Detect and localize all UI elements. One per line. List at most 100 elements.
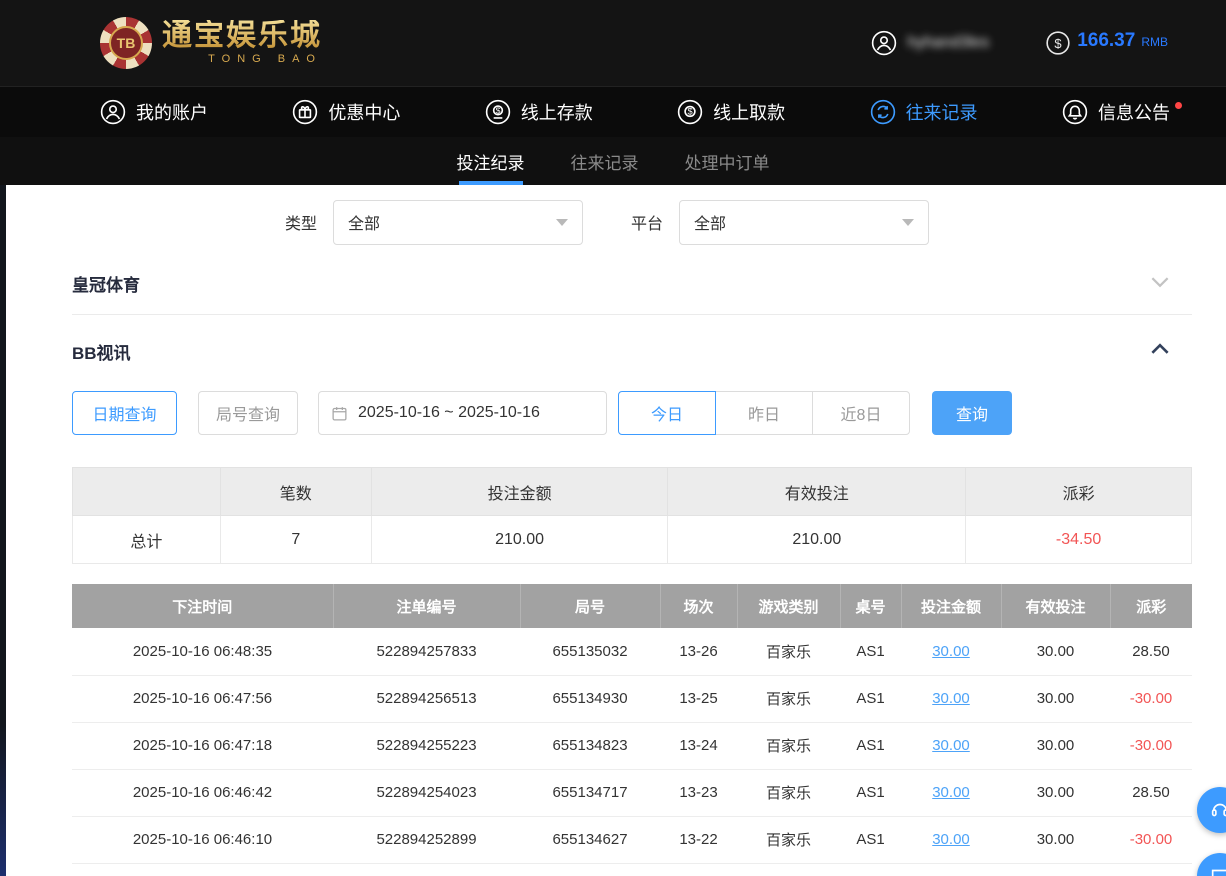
nav-item-records[interactable]: 往来记录 bbox=[870, 99, 978, 125]
platform-label: 平台 bbox=[631, 210, 663, 234]
yesterday-button[interactable]: 昨日 bbox=[715, 391, 813, 435]
type-label: 类型 bbox=[285, 210, 317, 234]
logo-chip-text: TB bbox=[109, 26, 143, 60]
table-row: 2025-10-16 06:47:18 522894255223 6551348… bbox=[72, 722, 1192, 769]
tab-processing-orders[interactable]: 处理中订单 bbox=[685, 137, 770, 185]
summary-payout: -34.50 bbox=[966, 516, 1192, 564]
cell-table: AS1 bbox=[840, 816, 901, 863]
summary-header-valid: 有效投注 bbox=[668, 468, 966, 516]
bet-amount-link[interactable]: 30.00 bbox=[932, 784, 970, 801]
chevron-down-icon[interactable] bbox=[1144, 269, 1176, 299]
user-icon bbox=[871, 30, 897, 56]
col-header-table: 桌号 bbox=[840, 584, 901, 628]
main-content: 类型 全部 平台 全部 皇冠体育 BB视讯 日期查询 bbox=[0, 199, 1226, 864]
bet-records-table: 下注时间 注单编号 局号 场次 游戏类别 桌号 投注金额 有效投注 派彩 202… bbox=[72, 584, 1192, 864]
round-query-button[interactable]: 局号查询 bbox=[198, 391, 298, 435]
type-select-value: 全部 bbox=[348, 210, 380, 234]
svg-text:$: $ bbox=[495, 106, 500, 116]
summary-table: 笔数 投注金额 有效投注 派彩 总计 7 210.00 210.00 -34.5… bbox=[72, 467, 1192, 564]
nav-item-my-account[interactable]: 我的账户 bbox=[100, 99, 208, 125]
cell-payout: -30.00 bbox=[1110, 722, 1192, 769]
user-icon bbox=[100, 99, 126, 125]
main-nav: 我的账户 优惠中心 $ 线上存款 $ 线上取款 bbox=[0, 86, 1226, 137]
coin-icon: $ bbox=[1045, 30, 1071, 56]
cell-payout: -30.00 bbox=[1110, 675, 1192, 722]
cell-time: 2025-10-16 06:46:42 bbox=[72, 769, 333, 816]
summary-bet-amount: 210.00 bbox=[371, 516, 668, 564]
balance[interactable]: $ 166.37 RMB bbox=[1045, 30, 1168, 56]
chevron-down-icon bbox=[902, 219, 914, 226]
last-8-days-button[interactable]: 近8日 bbox=[812, 391, 910, 435]
date-range-input[interactable]: 2025-10-16 ~ 2025-10-16 bbox=[318, 391, 607, 435]
chevron-up-icon[interactable] bbox=[1144, 336, 1176, 366]
nav-item-deposit[interactable]: $ 线上存款 bbox=[485, 99, 593, 125]
nav-item-promotions[interactable]: 优惠中心 bbox=[292, 99, 400, 125]
cell-valid: 30.00 bbox=[1001, 675, 1110, 722]
bet-amount-link[interactable]: 30.00 bbox=[932, 690, 970, 707]
summary-count: 7 bbox=[220, 516, 371, 564]
tab-transaction-records[interactable]: 往来记录 bbox=[571, 137, 639, 185]
cell-round: 655134823 bbox=[520, 722, 660, 769]
cell-time: 2025-10-16 06:47:56 bbox=[72, 675, 333, 722]
cell-time: 2025-10-16 06:48:35 bbox=[72, 628, 333, 675]
table-row: 2025-10-16 06:46:10 522894252899 6551346… bbox=[72, 816, 1192, 863]
section-crown-sports[interactable]: 皇冠体育 bbox=[72, 245, 1192, 315]
platform-select-value: 全部 bbox=[694, 210, 726, 234]
section-bb-video[interactable]: BB视讯 bbox=[72, 319, 1192, 383]
chat-icon bbox=[1209, 865, 1226, 876]
summary-total-label: 总计 bbox=[73, 516, 221, 564]
cell-game: 百家乐 bbox=[737, 769, 840, 816]
bet-amount-link[interactable]: 30.00 bbox=[932, 643, 970, 660]
bell-icon bbox=[1062, 99, 1088, 125]
today-button[interactable]: 今日 bbox=[618, 391, 716, 435]
cell-table: AS1 bbox=[840, 675, 901, 722]
nav-item-withdraw[interactable]: $ 线上取款 bbox=[677, 99, 785, 125]
logo-subtitle: TONG BAO bbox=[162, 54, 322, 66]
bet-amount-link[interactable]: 30.00 bbox=[932, 831, 970, 848]
nav-label: 线上取款 bbox=[713, 99, 785, 125]
cell-order: 522894252899 bbox=[333, 816, 520, 863]
cell-payout: 28.50 bbox=[1110, 769, 1192, 816]
cell-time: 2025-10-16 06:47:18 bbox=[72, 722, 333, 769]
notification-dot bbox=[1175, 102, 1182, 109]
col-header-payout: 派彩 bbox=[1110, 584, 1192, 628]
cell-time: 2025-10-16 06:46:10 bbox=[72, 816, 333, 863]
records-icon bbox=[870, 99, 896, 125]
nav-item-announcements[interactable]: 信息公告 bbox=[1062, 99, 1170, 125]
svg-text:$: $ bbox=[1055, 36, 1063, 51]
balance-amount: 166.37 bbox=[1077, 30, 1135, 52]
cell-session: 13-23 bbox=[660, 769, 737, 816]
platform-select[interactable]: 全部 bbox=[679, 200, 929, 245]
summary-valid-bet: 210.00 bbox=[668, 516, 966, 564]
logo-text: 通宝娱乐城 TONG BAO bbox=[162, 20, 322, 65]
cell-payout: 28.50 bbox=[1110, 628, 1192, 675]
header-right: hyhand3les $ 166.37 RMB bbox=[871, 30, 1168, 56]
bet-amount-link[interactable]: 30.00 bbox=[932, 737, 970, 754]
summary-total-row: 总计 7 210.00 210.00 -34.50 bbox=[73, 516, 1192, 564]
nav-label: 我的账户 bbox=[136, 99, 208, 125]
cell-valid: 30.00 bbox=[1001, 816, 1110, 863]
query-toolbar: 日期查询 局号查询 2025-10-16 ~ 2025-10-16 今日 昨日 … bbox=[72, 391, 1192, 435]
cell-valid: 30.00 bbox=[1001, 722, 1110, 769]
tab-bet-records[interactable]: 投注纪录 bbox=[457, 137, 525, 185]
type-select[interactable]: 全部 bbox=[333, 200, 583, 245]
chevron-down-icon bbox=[556, 219, 568, 226]
cell-game: 百家乐 bbox=[737, 628, 840, 675]
nav-label: 信息公告 bbox=[1098, 99, 1170, 125]
cell-session: 13-26 bbox=[660, 628, 737, 675]
user-account[interactable]: hyhand3les bbox=[871, 30, 989, 56]
summary-header-count: 笔数 bbox=[220, 468, 371, 516]
cell-round: 655134627 bbox=[520, 816, 660, 863]
cell-table: AS1 bbox=[840, 722, 901, 769]
filter-row: 类型 全部 平台 全部 bbox=[285, 199, 1192, 245]
logo[interactable]: TB 通宝娱乐城 TONG BAO bbox=[100, 17, 322, 69]
date-query-button[interactable]: 日期查询 bbox=[72, 391, 177, 435]
cell-payout: -30.00 bbox=[1110, 816, 1192, 863]
background-window-strip bbox=[0, 185, 6, 876]
cell-session: 13-24 bbox=[660, 722, 737, 769]
cell-order: 522894254023 bbox=[333, 769, 520, 816]
tab-label: 处理中订单 bbox=[685, 149, 770, 174]
cell-valid: 30.00 bbox=[1001, 769, 1110, 816]
headset-icon bbox=[1209, 799, 1226, 821]
search-button[interactable]: 查询 bbox=[932, 391, 1012, 435]
